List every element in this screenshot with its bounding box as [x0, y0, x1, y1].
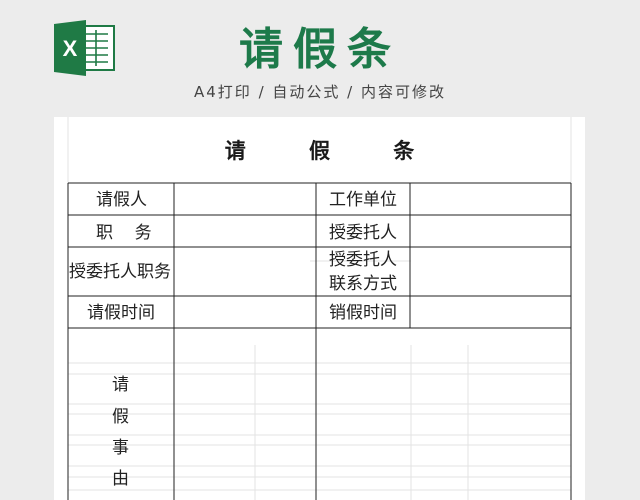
banner-title: 请假条: [239, 24, 401, 75]
position-value[interactable]: [175, 216, 315, 246]
leave-time-label: 请假时间: [87, 303, 155, 323]
form-sheet: 请 假 条 请假人 工作单位 职 务 授委托人 授委托人职务 授委托人 联系方式…: [54, 117, 585, 500]
reason-char-3: 事: [112, 438, 129, 458]
cancel-time-value[interactable]: [411, 297, 570, 327]
banner-subtitle: A4打印 / 自动公式 / 内容可修改: [194, 83, 446, 101]
reason-area[interactable]: [175, 329, 570, 500]
delegate-position-value[interactable]: [175, 248, 315, 295]
cancel-time-label: 销假时间: [329, 303, 397, 323]
reason-char-4: 由: [112, 469, 129, 489]
reason-char-2: 假: [112, 407, 129, 427]
reason-char-1: 请: [112, 375, 129, 395]
work-unit-label: 工作单位: [329, 190, 397, 210]
leave-time-value[interactable]: [175, 297, 315, 327]
applicant-label: 请假人: [96, 190, 147, 210]
work-unit-value[interactable]: [411, 184, 570, 214]
delegate-contact-value[interactable]: [411, 248, 570, 295]
document-title: 请 假 条: [224, 138, 443, 163]
delegate-position-label: 授委托人职务: [69, 262, 171, 282]
delegate-value[interactable]: [411, 216, 570, 246]
delegate-label: 授委托人: [329, 223, 397, 243]
applicant-value[interactable]: [175, 184, 315, 214]
delegate-contact-label-line2: 联系方式: [329, 274, 397, 294]
position-label: 职 务: [96, 223, 152, 243]
delegate-contact-label-line1: 授委托人: [329, 250, 397, 270]
